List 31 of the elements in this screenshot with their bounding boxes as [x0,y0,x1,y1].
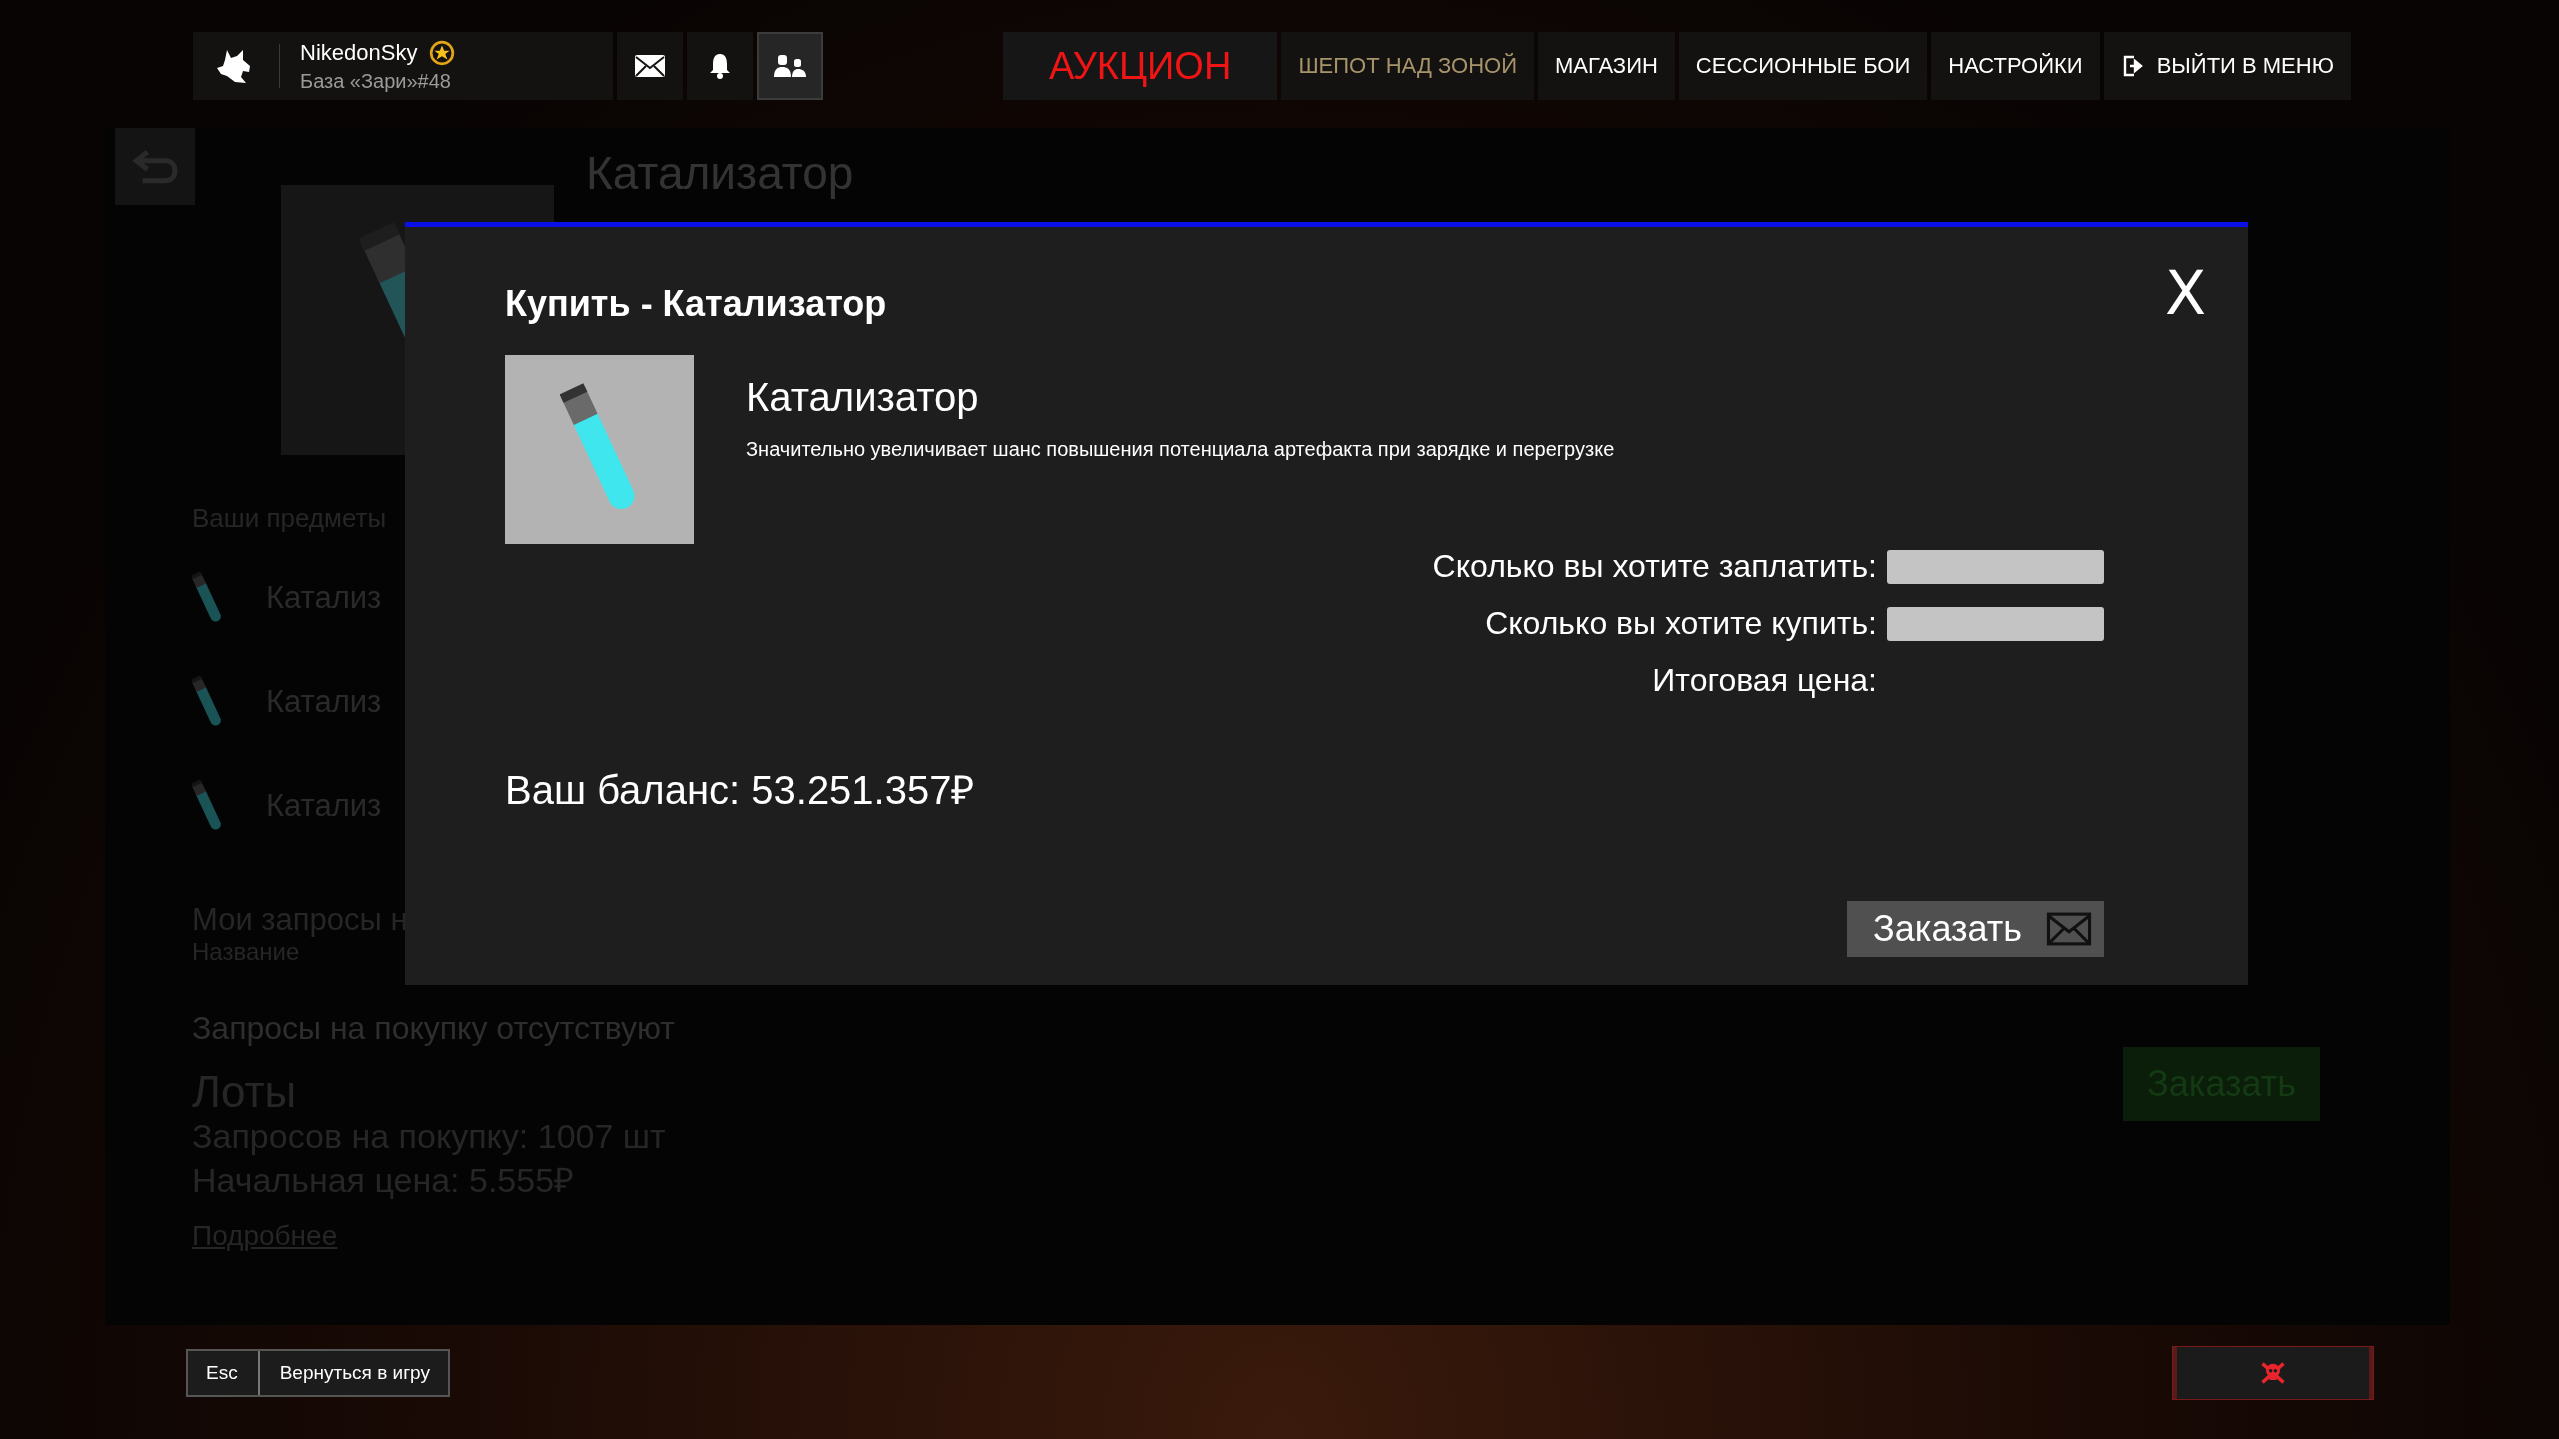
rank-badge-icon [429,39,456,66]
field-label: Итоговая цена: [1652,662,1877,699]
nav-tab[interactable]: СЕССИОННЫЕ БОИ [1678,32,1928,100]
bell-button[interactable] [687,32,753,100]
return-to-game-button[interactable]: Esc Вернуться в игру [186,1349,450,1397]
friends-button[interactable] [757,32,823,100]
item-name: Катализатор [746,375,980,420]
nav-tab[interactable]: АУКЦИОН [1003,32,1278,100]
mail-button[interactable] [617,32,683,100]
username: NikedonSky [300,39,418,66]
item-description: Значительно увеличивает шанс повышения потенциала артефакта при зарядке и перегрузке [746,438,1615,461]
skull-button[interactable] [2173,1347,2373,1399]
key-label: Esc [186,1349,260,1397]
people-icon [774,52,806,80]
base-name: База «Зари»#48 [300,69,452,93]
profile-card[interactable]: NikedonSky База «Зари»#48 [193,32,613,100]
input-field[interactable] [1887,606,2104,641]
envelope-icon [2046,912,2092,946]
button-label: Вернуться в игру [278,1362,431,1384]
nav-tab[interactable]: НАСТРОЙКИ [1931,32,2100,100]
nav-tab[interactable]: ВЫЙТИ В МЕНЮ [2103,32,2351,100]
envelope-icon [634,52,666,80]
field-label: Сколько вы хотите заплатить: [1432,548,1877,585]
nav-tab[interactable]: МАГАЗИН [1537,32,1675,100]
dialog-title: Купить - Катализатор [505,283,887,325]
nav-tab[interactable]: ШЕПОТ НАД ЗОНОЙ [1281,32,1534,100]
balance-text: Ваш баланс: 53.251.357₽ [505,767,975,814]
field-label: Сколько вы хотите купить: [1485,605,1877,642]
close-button[interactable]: X [2164,263,2206,323]
input-field[interactable] [1887,549,2104,584]
order-button[interactable]: Заказать [1847,901,2104,957]
